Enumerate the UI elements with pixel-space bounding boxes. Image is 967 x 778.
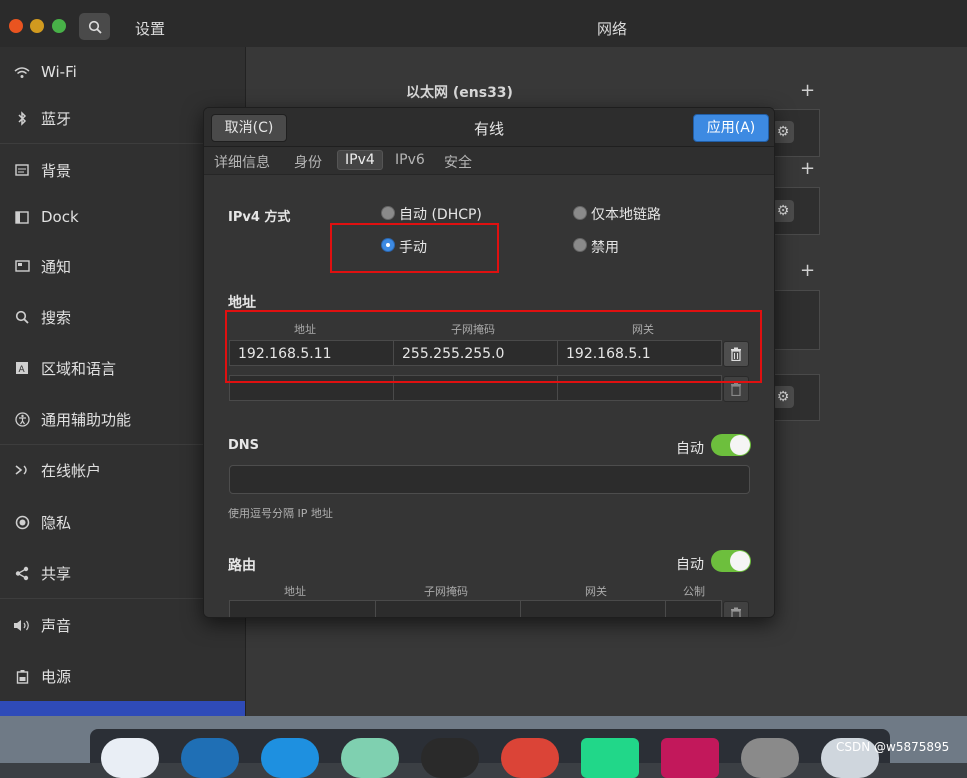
network-page-title: 网络: [597, 20, 628, 38]
apply-button[interactable]: 应用(A): [693, 114, 769, 142]
dns-auto-label: 自动: [676, 441, 704, 457]
gear-icon[interactable]: ⚙: [772, 386, 794, 408]
tab-details[interactable]: 详细信息: [214, 152, 270, 172]
sidebar-item-label: 区域和语言: [41, 359, 117, 378]
route-address-input[interactable]: [229, 600, 376, 617]
sidebar-item-label: 通用辅助功能: [41, 410, 132, 429]
disable-radio[interactable]: [573, 238, 587, 252]
sidebar-item-label: 通知: [41, 257, 72, 276]
share-icon: [12, 566, 32, 581]
wifi-icon: [12, 66, 32, 79]
trash-icon: [731, 607, 741, 617]
route-column-header-address: 地址: [284, 585, 306, 598]
sidebar-item-label: 电源: [41, 667, 72, 686]
dock-icon: [12, 210, 32, 224]
link-local-label[interactable]: 仅本地链路: [591, 204, 661, 224]
sidebar-item-label: 声音: [41, 616, 72, 635]
route-column-header-metric: 公制: [683, 585, 705, 598]
route-gateway-input[interactable]: [520, 600, 666, 617]
title-bar: 设置 网络: [0, 0, 967, 48]
svg-text:A: A: [19, 365, 26, 375]
sidebar-item-label: Wi-Fi: [41, 63, 77, 81]
dns-label: DNS: [228, 438, 260, 453]
background-icon: [12, 164, 32, 176]
dialog-tabs: 详细信息 身份 IPv4 IPv6 安全: [204, 147, 774, 175]
route-netmask-input[interactable]: [375, 600, 521, 617]
ethernet-section-title: 以太网 (ens33): [406, 85, 513, 101]
online-accounts-icon: [12, 463, 32, 477]
bluetooth-icon: [12, 110, 32, 126]
address-section-title: 地址: [228, 295, 256, 311]
gear-icon[interactable]: ⚙: [772, 200, 794, 222]
sidebar-item-label: 搜索: [41, 308, 72, 327]
dialog-header: 取消(C) 有线 应用(A): [204, 108, 774, 147]
address-highlight-box: [225, 310, 762, 383]
add-connection-button[interactable]: +: [800, 158, 815, 179]
ipv4-settings-page: IPv4 方式 自动 (DHCP) 仅本地链路 手动 禁用 地址 地址 子网掩码…: [204, 175, 774, 617]
privacy-icon: [12, 515, 32, 530]
search-icon: [88, 20, 102, 34]
routes-label: 路由: [228, 558, 256, 574]
sidebar-item-power[interactable]: 电源: [0, 651, 245, 701]
pycharm-app-icon[interactable]: [581, 738, 639, 778]
link-local-radio[interactable]: [573, 206, 587, 220]
auto-dhcp-label[interactable]: 自动 (DHCP): [399, 204, 482, 224]
add-connection-button[interactable]: +: [800, 80, 815, 101]
maximize-window-button[interactable]: [52, 19, 66, 33]
settings-app-icon[interactable]: [741, 738, 799, 778]
gear-icon[interactable]: ⚙: [772, 121, 794, 143]
sidebar-item-label: 背景: [41, 161, 72, 180]
routes-auto-label: 自动: [676, 557, 704, 573]
route-column-header-netmask: 子网掩码: [424, 585, 468, 598]
disable-label[interactable]: 禁用: [591, 237, 619, 257]
dns-input[interactable]: [229, 465, 750, 494]
ipv4-method-label: IPv4 方式: [228, 210, 291, 225]
tab-ipv6[interactable]: IPv6: [395, 152, 425, 168]
software-center-app-icon[interactable]: [261, 738, 319, 778]
power-icon: [12, 669, 32, 684]
routes-auto-toggle[interactable]: [711, 550, 751, 572]
dialog-title: 有线: [473, 120, 504, 138]
chrome-app-icon[interactable]: [501, 738, 559, 778]
sound-icon: [12, 619, 32, 632]
settings-search-button[interactable]: [79, 13, 110, 40]
app-icon[interactable]: [341, 738, 399, 778]
terminal-app-icon[interactable]: [421, 738, 479, 778]
sidebar-item-label: 在线帐户: [41, 461, 102, 480]
manual-highlight-box: [330, 223, 499, 273]
tab-ipv4[interactable]: IPv4: [337, 150, 383, 170]
sidebar-item-network-selected[interactable]: [0, 701, 245, 716]
settings-title: 设置: [135, 20, 166, 38]
auto-dhcp-radio[interactable]: [381, 206, 395, 220]
tab-security[interactable]: 安全: [444, 152, 472, 172]
text-editor-app-icon[interactable]: [181, 738, 239, 778]
tab-identity[interactable]: 身份: [294, 152, 322, 172]
dns-auto-toggle[interactable]: [711, 434, 751, 456]
search-icon: [12, 310, 32, 324]
sidebar-item-label: Dock: [41, 208, 79, 226]
connection-row: [770, 290, 820, 350]
sidebar-item-label: 共享: [41, 564, 72, 583]
intellij-app-icon[interactable]: [661, 738, 719, 778]
close-window-button[interactable]: [9, 19, 23, 33]
wired-settings-dialog: 取消(C) 有线 应用(A) 详细信息 身份 IPv4 IPv6 安全 IPv4…: [203, 107, 775, 618]
add-connection-button[interactable]: +: [800, 260, 815, 281]
accessibility-icon: [12, 411, 32, 427]
sidebar-item-wifi[interactable]: Wi-Fi: [0, 47, 245, 97]
files-app-icon[interactable]: [101, 738, 159, 778]
route-metric-input[interactable]: [665, 600, 722, 617]
notification-icon: [12, 260, 32, 272]
trash-icon: [731, 382, 741, 396]
minimize-window-button[interactable]: [30, 19, 44, 33]
route-column-header-gateway: 网关: [585, 585, 607, 598]
sidebar-item-label: 蓝牙: [41, 109, 72, 128]
sidebar-item-label: 隐私: [41, 513, 72, 532]
delete-route-button[interactable]: [723, 601, 749, 617]
dns-hint: 使用逗号分隔 IP 地址: [228, 507, 333, 520]
watermark: CSDN @w5875895: [836, 740, 950, 754]
region-icon: A: [12, 361, 32, 375]
